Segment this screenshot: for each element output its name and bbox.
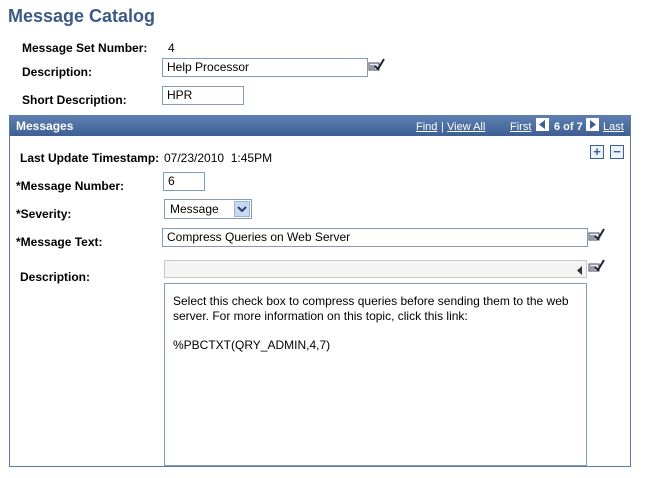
chevron-down-icon[interactable] xyxy=(234,201,250,217)
severity-value: Message xyxy=(170,202,219,216)
short-description-field[interactable]: HPR xyxy=(162,86,244,105)
message-set-label: Message Set Number: xyxy=(22,41,148,55)
lookup-icon[interactable] xyxy=(587,227,605,243)
view-all-link[interactable]: View All xyxy=(447,121,485,133)
timestamp-label: Last Update Timestamp: xyxy=(20,151,160,165)
lookup-icon[interactable] xyxy=(587,258,605,274)
row-count: 6 of 7 xyxy=(554,121,583,133)
next-arrow-icon[interactable] xyxy=(586,118,599,131)
short-description-label: Short Description: xyxy=(22,93,127,107)
timestamp-value: 07/23/2010 1:45PM xyxy=(164,151,273,165)
delete-row-button[interactable]: − xyxy=(610,145,624,159)
message-description-textarea[interactable]: Select this check box to compress querie… xyxy=(164,283,587,466)
description-field[interactable]: Help Processor xyxy=(162,58,368,77)
description-toolbar xyxy=(164,260,587,278)
link-separator: | xyxy=(441,121,444,133)
lookup-icon[interactable] xyxy=(367,57,385,73)
description-paragraph: Select this check box to compress querie… xyxy=(173,294,569,323)
grid-header: Messages Find | View All First 6 of 7 La… xyxy=(10,116,630,136)
last-link[interactable]: Last xyxy=(603,121,624,133)
message-text-label: *Message Text: xyxy=(16,235,103,249)
add-row-button[interactable]: + xyxy=(590,145,604,159)
severity-select[interactable]: Message xyxy=(164,199,252,219)
message-number-label: *Message Number: xyxy=(16,179,125,193)
message-number-field[interactable]: 6 xyxy=(163,172,205,191)
grid-title: Messages xyxy=(16,119,74,133)
find-link[interactable]: Find xyxy=(416,121,437,133)
description-label: Description: xyxy=(22,65,93,79)
message-description-label: Description: xyxy=(20,270,91,284)
expand-icon[interactable] xyxy=(577,264,583,278)
page-title: Message Catalog xyxy=(8,6,156,26)
message-set-value: 4 xyxy=(168,41,175,55)
severity-label: *Severity: xyxy=(16,207,72,221)
previous-arrow-icon[interactable] xyxy=(536,118,549,131)
message-text-field[interactable]: Compress Queries on Web Server xyxy=(162,228,588,247)
description-link-text: %PBCTXT(QRY_ADMIN,4,7) xyxy=(173,338,331,352)
first-link[interactable]: First xyxy=(510,121,531,133)
